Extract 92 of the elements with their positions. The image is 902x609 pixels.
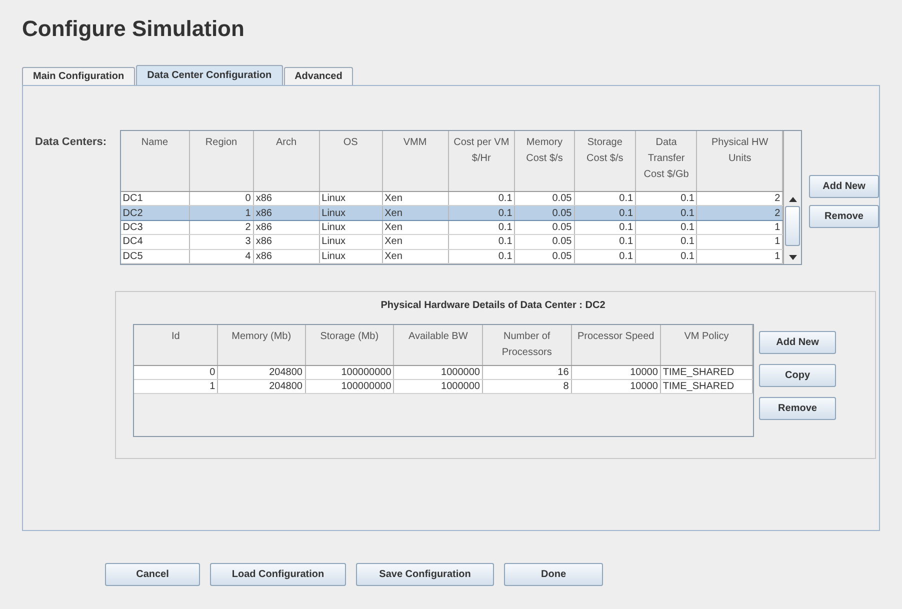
table-row[interactable]: DC3 2 x86 Linux Xen 0.1 0.05 0.1 0.1 1: [120, 220, 783, 235]
table-cell: 3: [189, 234, 254, 250]
scrollbar[interactable]: [783, 131, 801, 264]
table-cell: 0.1: [574, 234, 636, 250]
table-cell: Linux: [319, 249, 382, 264]
column-header[interactable]: Arch: [253, 131, 320, 192]
column-header[interactable]: Number of Processors: [482, 325, 572, 366]
table-cell: 0.05: [514, 220, 574, 235]
tab[interactable]: Advanced: [284, 67, 354, 85]
table-cell: 1: [696, 234, 783, 250]
table-cell: 0.05: [514, 206, 574, 220]
table-cell: Linux: [319, 206, 382, 220]
table-cell: 0.1: [448, 220, 515, 235]
table-cell: 204800: [218, 380, 305, 394]
column-header[interactable]: Region: [189, 131, 254, 192]
table-cell: 0.1: [448, 234, 515, 250]
table-cell: 1: [696, 220, 783, 235]
table-cell: 1: [134, 380, 218, 394]
column-header[interactable]: VMM: [382, 131, 448, 192]
table-cell: Xen: [382, 249, 448, 264]
table-cell: 100000000: [305, 380, 394, 394]
column-header[interactable]: Storage (Mb): [305, 325, 394, 366]
table-cell: 0.1: [574, 249, 636, 264]
hardware-button[interactable]: Copy: [759, 364, 836, 387]
table-cell: 10000: [571, 380, 660, 394]
table-cell: Linux: [319, 220, 382, 235]
table-cell: 204800: [218, 366, 305, 380]
table-cell: x86: [253, 220, 320, 235]
table-button[interactable]: Remove: [809, 205, 879, 228]
column-header[interactable]: Cost per VM $/Hr: [448, 131, 515, 192]
table-cell: 10000: [571, 366, 660, 380]
table-cell: Xen: [382, 234, 448, 250]
table-cell: Linux: [319, 234, 382, 250]
hardware-panel-title: Physical Hardware Details of Data Center : DC2: [380, 299, 606, 313]
tab[interactable]: Data Center Configuration: [136, 65, 283, 85]
table-cell: DC2: [120, 206, 190, 220]
table-cell: 1: [189, 206, 254, 220]
table-cell: 1000000: [394, 366, 482, 380]
column-header[interactable]: OS: [319, 131, 382, 192]
data-centers-label: Data Centers:: [35, 135, 108, 149]
column-header[interactable]: Available BW: [394, 325, 482, 366]
table-cell: 0.1: [636, 220, 697, 235]
table-cell: Xen: [382, 220, 448, 235]
table-cell: 4: [189, 249, 254, 264]
column-header[interactable]: Processor Speed: [571, 325, 660, 366]
table-row[interactable]: DC2 1 x86 Linux Xen 0.1 0.05 0.1 0.1 2: [120, 206, 783, 220]
table-row[interactable]: DC5 4 x86 Linux Xen 0.1 0.05 0.1 0.1 1: [120, 249, 783, 264]
column-header[interactable]: Name: [120, 131, 190, 192]
table-cell: 0.1: [636, 234, 697, 250]
tab[interactable]: Main Configuration: [22, 67, 136, 85]
footer-button[interactable]: Load Configuration: [210, 563, 346, 586]
table-cell: 0.1: [636, 206, 697, 220]
table-cell: TIME_SHARED: [660, 366, 752, 380]
table-cell: 2: [696, 206, 783, 220]
column-header[interactable]: Memory (Mb): [218, 325, 305, 366]
table-cell: 0.1: [448, 206, 515, 220]
table-cell: 1000000: [394, 380, 482, 394]
column-header[interactable]: VM Policy: [660, 325, 752, 366]
table-cell: DC4: [120, 234, 190, 250]
table-cell: 0.1: [636, 249, 697, 264]
table-cell: DC3: [120, 220, 190, 235]
footer-button[interactable]: Save Configuration: [356, 563, 494, 586]
table-cell: Xen: [382, 206, 448, 220]
table-cell: 100000000: [305, 366, 394, 380]
table-cell: TIME_SHARED: [660, 380, 752, 394]
table-cell: x86: [253, 234, 320, 250]
table-cell: 0.1: [448, 249, 515, 264]
column-header[interactable]: Memory Cost $/s: [514, 131, 574, 192]
table-button[interactable]: Add New: [809, 175, 879, 198]
footer-button[interactable]: Cancel: [105, 563, 200, 586]
table-cell: 0: [134, 366, 218, 380]
hardware-button[interactable]: Remove: [759, 397, 836, 420]
table-cell: 0.05: [514, 234, 574, 250]
hardware-button[interactable]: Add New: [759, 331, 836, 354]
table-cell: 2: [189, 220, 254, 235]
scroll-thumb[interactable]: [785, 206, 800, 246]
table-cell: 1: [696, 249, 783, 264]
footer-button[interactable]: Done: [504, 563, 603, 586]
column-header[interactable]: Storage Cost $/s: [574, 131, 636, 192]
page-title: Configure Simulation: [22, 15, 246, 43]
table-cell: 0.05: [514, 249, 574, 264]
table-row[interactable]: DC4 3 x86 Linux Xen 0.1 0.05 0.1 0.1 1: [120, 234, 783, 250]
column-header[interactable]: Data Transfer Cost $/Gb: [636, 131, 697, 192]
column-header[interactable]: Id: [134, 325, 218, 366]
table-cell: 0.1: [574, 220, 636, 235]
table-cell: DC5: [120, 249, 190, 264]
table-cell: 8: [482, 380, 572, 394]
column-header[interactable]: Physical HW Units: [696, 131, 783, 192]
table-cell: 16: [482, 366, 572, 380]
table-cell: x86: [253, 249, 320, 264]
table-cell: 0.1: [574, 206, 636, 220]
table-cell: x86: [253, 206, 320, 220]
